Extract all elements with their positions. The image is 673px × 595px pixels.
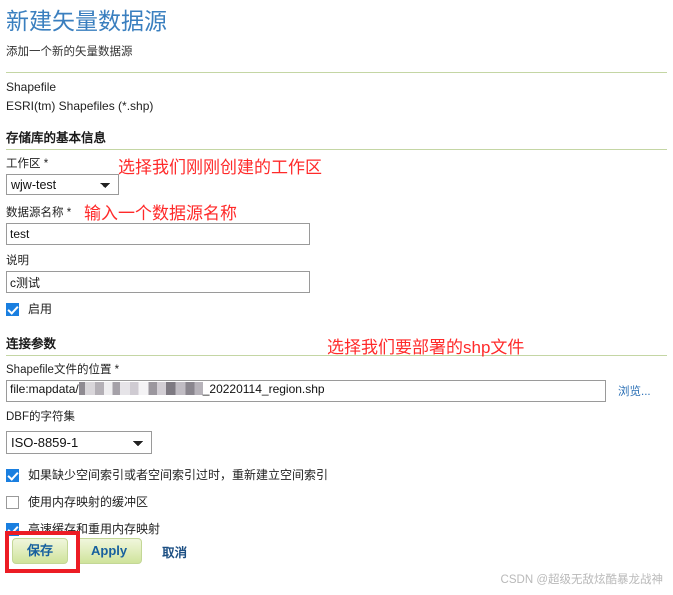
new-vector-datasource-page: 新建矢量数据源 添加一个新的矢量数据源 Shapefile ESRI(tm) S… xyxy=(0,0,673,595)
dbf-charset-select[interactable]: ISO-8859-1 xyxy=(6,431,152,455)
workspace-select[interactable]: wjw-test xyxy=(6,174,119,196)
cache-reuse-memory-maps-checkbox[interactable] xyxy=(6,522,19,536)
store-type-name: Shapefile xyxy=(6,80,57,95)
apply-button[interactable]: Apply xyxy=(76,538,143,564)
enabled-checkbox[interactable] xyxy=(6,302,19,316)
browse-link[interactable]: 浏览... xyxy=(618,383,651,399)
rebuild-spatial-index-checkbox[interactable] xyxy=(6,468,19,482)
cancel-link[interactable]: 取消 xyxy=(162,542,187,561)
enabled-checkbox-row[interactable]: 启用 xyxy=(0,302,673,316)
annotation-datasource-name: 输入一个数据源名称 xyxy=(84,204,237,223)
basic-info-heading: 存储库的基本信息 xyxy=(6,131,107,146)
page-title: 新建矢量数据源 xyxy=(6,8,167,34)
file-location-field: Shapefile文件的位置 * file:mapdata/_20220114_… xyxy=(0,361,673,403)
file-location-input[interactable] xyxy=(6,380,606,403)
cache-reuse-memory-maps-label: 高速缓存和重用内存映射 xyxy=(28,522,161,537)
file-location-label: Shapefile文件的位置 * xyxy=(6,364,120,377)
dbf-charset-field: DBF的字符集 ISO-8859-1 xyxy=(0,408,673,455)
workspace-field: 工作区 * wjw-test xyxy=(0,155,673,196)
datasource-name-input[interactable] xyxy=(6,223,310,246)
description-input[interactable] xyxy=(6,271,310,294)
store-type-description: ESRI(tm) Shapefiles (*.shp) xyxy=(6,98,154,113)
file-input-wrapper: file:mapdata/_20220114_region.shp xyxy=(6,380,606,403)
rebuild-spatial-index-row[interactable]: 如果缺少空间索引或者空间索引过时，重新建立空间索引 xyxy=(0,468,673,482)
watermark: CSDN @超级无敌炫酷暴龙战神 xyxy=(500,574,663,586)
save-button[interactable]: 保存 xyxy=(12,538,69,564)
file-location-row: file:mapdata/_20220114_region.shp 浏览... xyxy=(0,380,673,403)
form-action-bar: 保存 Apply 取消 xyxy=(0,538,187,564)
dbf-charset-label: DBF的字符集 xyxy=(6,411,75,424)
description-field: 说明 xyxy=(0,252,673,294)
enabled-label: 启用 xyxy=(28,302,53,317)
annotation-workspace: 选择我们刚刚创建的工作区 xyxy=(118,158,322,177)
rebuild-spatial-index-label: 如果缺少空间索引或者空间索引过时，重新建立空间索引 xyxy=(28,468,329,483)
workspace-label: 工作区 * xyxy=(6,158,49,171)
memory-mapped-buffer-label: 使用内存映射的缓冲区 xyxy=(28,495,149,510)
memory-mapped-buffer-row[interactable]: 使用内存映射的缓冲区 xyxy=(0,495,673,509)
description-label: 说明 xyxy=(6,255,29,268)
annotation-shp-file: 选择我们要部署的shp文件 xyxy=(327,338,525,357)
store-type-block: Shapefile ESRI(tm) Shapefiles (*.shp) xyxy=(0,73,673,115)
page-subtitle: 添加一个新的矢量数据源 xyxy=(6,46,133,59)
basic-info-divider xyxy=(6,149,667,151)
cache-reuse-memory-maps-row[interactable]: 高速缓存和重用内存映射 xyxy=(0,522,673,536)
memory-mapped-buffer-checkbox[interactable] xyxy=(6,495,19,509)
